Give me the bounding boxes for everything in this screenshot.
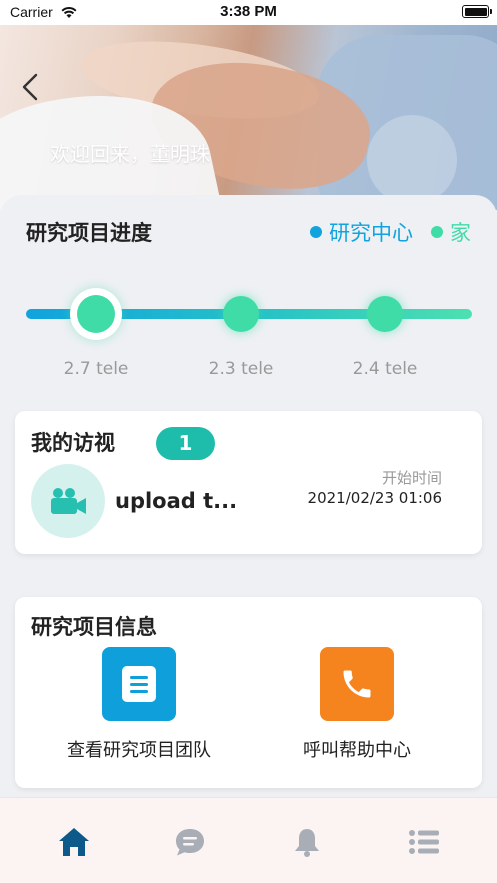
my-visits-card[interactable]: 我的访视 1 upload t... 开始时间 2021/02/23 01:06 [15,411,482,554]
progress-node-label: 2.3 tele [208,359,274,379]
visit-count-badge: 1 [156,427,215,460]
project-info-card: 研究项目信息 查看研究项目团队 呼叫帮助中心 [15,597,482,788]
legend-item-home: 家 [431,217,471,247]
start-time-label: 开始时间 [381,469,442,487]
my-visits-title: 我的访视 [31,431,115,455]
hero-banner: 欢迎回来，董明珠 [0,25,497,210]
progress-legend: 研究中心 家 [292,217,471,247]
start-time-value: 2021/02/23 01:06 [307,489,442,507]
tab-home[interactable] [54,822,94,862]
home-icon [59,828,89,856]
video-camera-icon [31,464,105,538]
legend-dot [431,226,443,238]
tab-notifications[interactable] [287,822,327,862]
tab-bar [0,797,497,883]
view-team-button[interactable]: 查看研究项目团队 [39,647,239,762]
legend-label: 研究中心 [329,221,413,245]
project-info-title: 研究项目信息 [31,615,157,639]
main-content: 研究项目进度 研究中心 家 2.7 tele 2.3 tele 2.4 tele… [0,195,497,805]
status-time: 3:38 PM [220,3,277,20]
legend-item-center: 研究中心 [310,217,413,247]
status-bar: Carrier 3:38 PM [0,0,497,25]
legend-dot [310,226,322,238]
document-icon [102,647,176,721]
call-help-center-button[interactable]: 呼叫帮助中心 [257,647,457,762]
tab-list[interactable] [404,822,444,862]
chat-bubble-icon [176,829,204,856]
progress-node-label: 2.4 tele [352,359,418,379]
battery-icon [462,5,492,18]
bell-icon [295,829,319,857]
chevron-left-icon[interactable] [16,69,46,105]
progress-node[interactable] [223,296,259,332]
phone-icon [320,647,394,721]
view-team-label: 查看研究项目团队 [67,740,211,761]
progress-node-label: 2.7 tele [63,359,129,379]
progress-node[interactable] [70,288,122,340]
tab-messages[interactable] [170,822,210,862]
progress-node[interactable] [367,296,403,332]
list-icon [409,830,439,854]
call-help-center-label: 呼叫帮助中心 [303,740,411,761]
visit-name: upload t... [115,489,238,513]
welcome-text: 欢迎回来，董明珠 [50,142,210,166]
progress-title: 研究项目进度 [26,221,152,245]
legend-label: 家 [450,221,471,245]
